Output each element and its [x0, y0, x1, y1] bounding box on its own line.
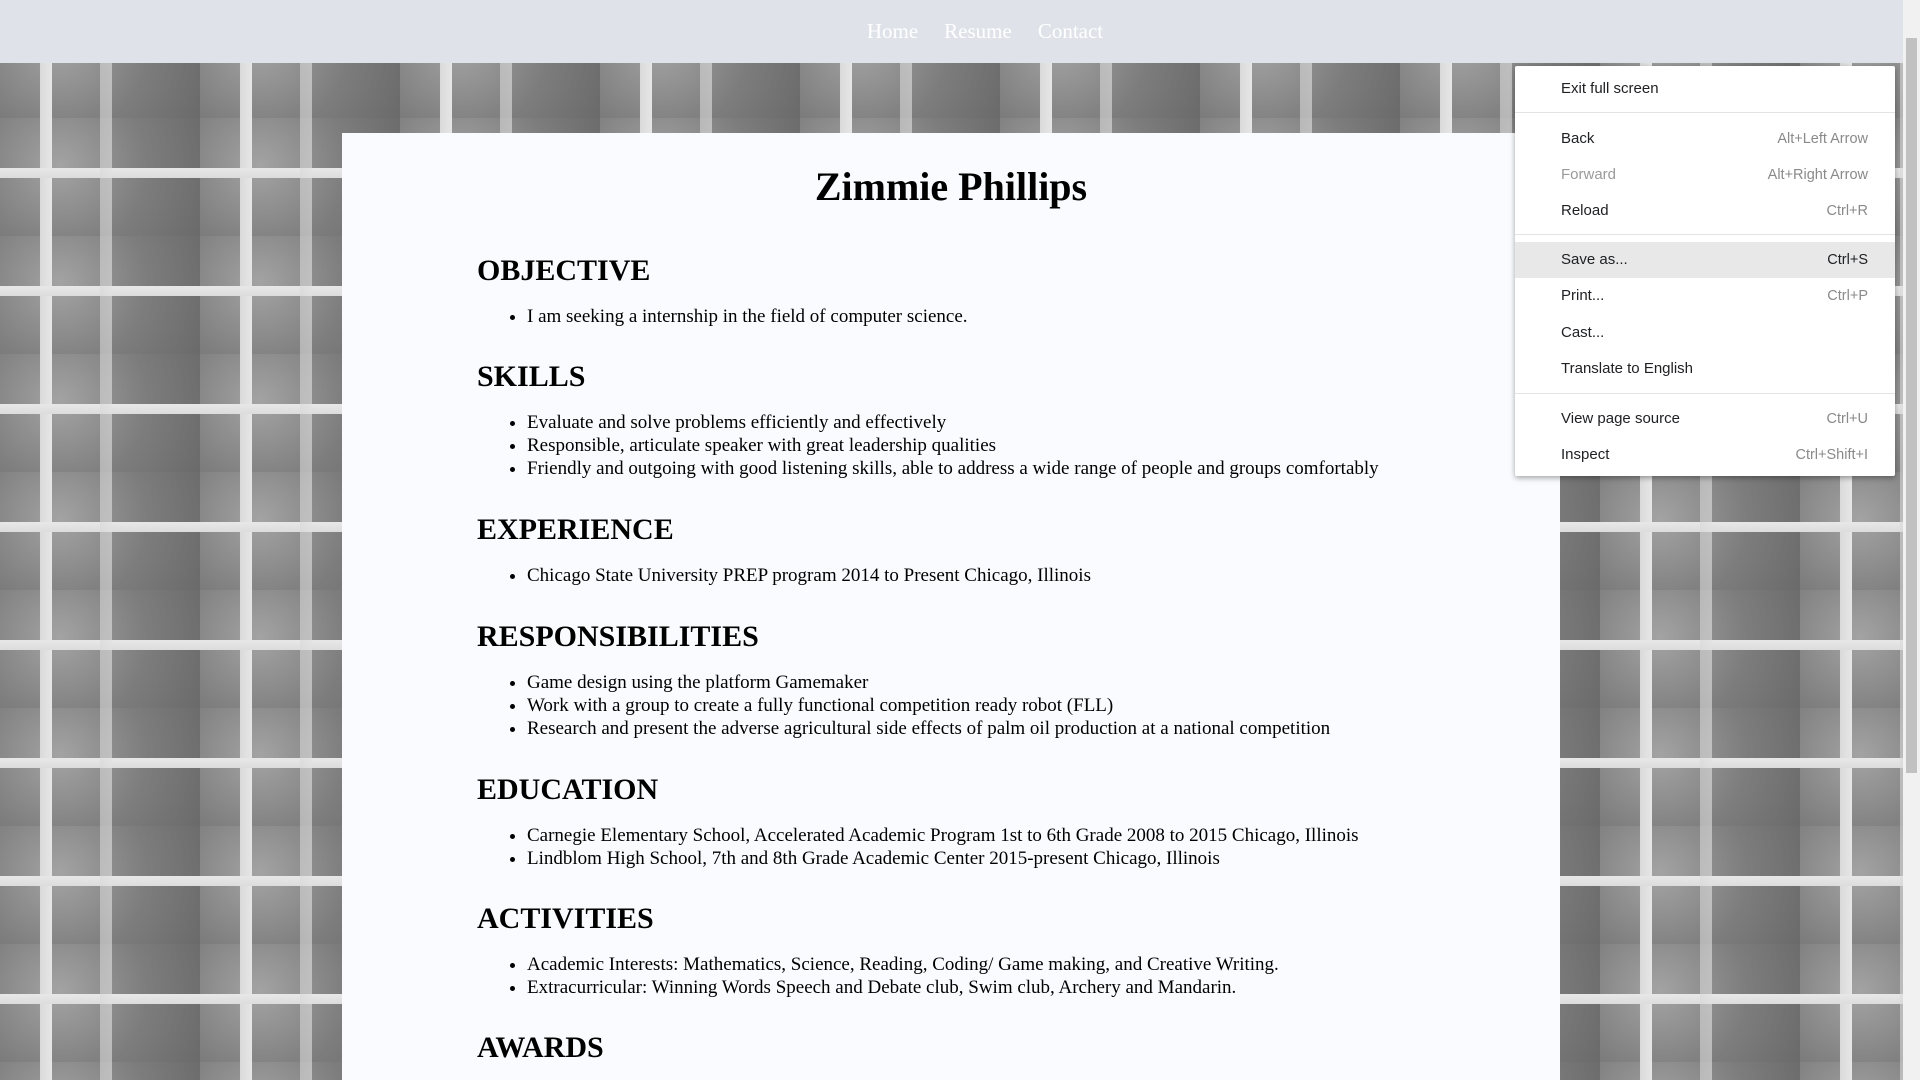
section-responsibilities: RESPONSIBILITIES Game design using the p… [477, 619, 1557, 740]
section-objective: OBJECTIVE I am seeking a internship in t… [477, 253, 1557, 328]
list-item: Chicago State University PREP program 20… [527, 564, 1557, 587]
section-list: Game design using the platform Gamemaker… [477, 671, 1557, 740]
list-item: Extracurricular: Winning Words Speech an… [527, 976, 1557, 999]
section-heading: SKILLS [477, 360, 586, 393]
menu-item-label: Save as... [1561, 251, 1628, 268]
list-item: Academic Interests: Mathematics, Science… [527, 953, 1557, 976]
section-skills: SKILLS Evaluate and solve problems effic… [477, 359, 1557, 480]
list-item: Friendly and outgoing with good listenin… [527, 457, 1557, 480]
menu-item-translate[interactable]: Translate to English [1515, 351, 1895, 387]
section-heading: RESPONSIBILITIES [477, 620, 759, 653]
menu-item-label: Reload [1561, 202, 1609, 219]
menu-item-label: Exit full screen [1561, 80, 1659, 97]
section-heading: AWARDS [477, 1031, 604, 1064]
nav-item-resume: Resume [944, 0, 1012, 65]
section-education: EDUCATION Carnegie Elementary School, Ac… [477, 772, 1557, 870]
section-heading: ACTIVITIES [477, 902, 654, 935]
list-item: Responsible, articulate speaker with gre… [527, 434, 1557, 457]
menu-item-label: Cast... [1561, 324, 1605, 341]
section-awards: AWARDS [477, 1030, 1557, 1066]
menu-divider [1515, 112, 1895, 113]
section-list: Academic Interests: Mathematics, Science… [477, 953, 1557, 999]
menu-item-shortcut: Alt+Left Arrow [1777, 131, 1868, 147]
menu-divider [1515, 234, 1895, 235]
menu-divider [1515, 393, 1895, 394]
nav-link-contact[interactable]: Contact [1038, 19, 1103, 43]
page-scrollbar[interactable] [1903, 0, 1920, 1080]
menu-item-view-page-source[interactable]: View page source Ctrl+U [1515, 401, 1895, 437]
resume-content-panel: Zimmie Phillips OBJECTIVE I am seeking a… [342, 133, 1560, 1080]
list-item: Evaluate and solve problems efficiently … [527, 411, 1557, 434]
menu-item-label: Back [1561, 130, 1595, 147]
menu-item-cast[interactable]: Cast... [1515, 315, 1895, 351]
context-menu: Exit full screen Back Alt+Left Arrow For… [1515, 66, 1895, 476]
list-item: Game design using the platform Gamemaker [527, 671, 1557, 694]
section-list: Chicago State University PREP program 20… [477, 564, 1557, 587]
menu-item-label: Translate to English [1561, 360, 1694, 377]
menu-item-shortcut: Ctrl+U [1826, 411, 1869, 427]
menu-item-forward: Forward Alt+Right Arrow [1515, 157, 1895, 193]
list-item: I am seeking a internship in the field o… [527, 305, 1557, 328]
list-item: Research and present the adverse agricul… [527, 717, 1557, 740]
menu-item-label: View page source [1561, 410, 1680, 427]
menu-item-label: Inspect [1561, 446, 1610, 463]
menu-item-back[interactable]: Back Alt+Left Arrow [1515, 121, 1895, 157]
menu-item-shortcut: Ctrl+P [1827, 288, 1868, 304]
list-item: Carnegie Elementary School, Accelerated … [527, 824, 1557, 847]
section-list: I am seeking a internship in the field o… [477, 305, 1557, 328]
resume-name-heading: Zimmie Phillips [814, 164, 1088, 209]
section-list: Evaluate and solve problems efficiently … [477, 411, 1557, 480]
menu-item-print[interactable]: Print... Ctrl+P [1515, 278, 1895, 314]
menu-item-shortcut: Alt+Right Arrow [1767, 167, 1868, 183]
list-item: Lindblom High School, 7th and 8th Grade … [527, 847, 1557, 870]
section-list: Carnegie Elementary School, Accelerated … [477, 824, 1557, 870]
menu-item-shortcut: Ctrl+R [1826, 203, 1869, 219]
section-heading: OBJECTIVE [477, 254, 651, 287]
nav-menu: Home Resume Contact [867, 0, 1103, 65]
menu-item-inspect[interactable]: Inspect Ctrl+Shift+I [1515, 437, 1895, 473]
nav-item-contact: Contact [1038, 0, 1103, 65]
menu-item-label: Forward [1561, 166, 1617, 183]
section-heading: EXPERIENCE [477, 513, 674, 546]
section-activities: ACTIVITIES Academic Interests: Mathemati… [477, 901, 1557, 999]
menu-item-exit-full-screen[interactable]: Exit full screen [1515, 71, 1895, 107]
list-item: Work with a group to create a fully func… [527, 694, 1557, 717]
menu-item-save-as[interactable]: Save as... Ctrl+S [1515, 242, 1895, 278]
top-navigation-bar: Home Resume Contact [0, 0, 1920, 63]
scrollbar-thumb[interactable] [1906, 38, 1917, 773]
section-experience: EXPERIENCE Chicago State University PREP… [477, 512, 1557, 587]
menu-item-shortcut: Ctrl+S [1827, 252, 1868, 268]
menu-item-shortcut: Ctrl+Shift+I [1795, 447, 1868, 463]
section-heading: EDUCATION [477, 773, 659, 806]
nav-item-home: Home [867, 0, 918, 65]
menu-item-label: Print... [1561, 287, 1605, 304]
nav-link-home[interactable]: Home [867, 19, 918, 43]
nav-link-resume[interactable]: Resume [944, 19, 1012, 43]
menu-item-reload[interactable]: Reload Ctrl+R [1515, 193, 1895, 229]
